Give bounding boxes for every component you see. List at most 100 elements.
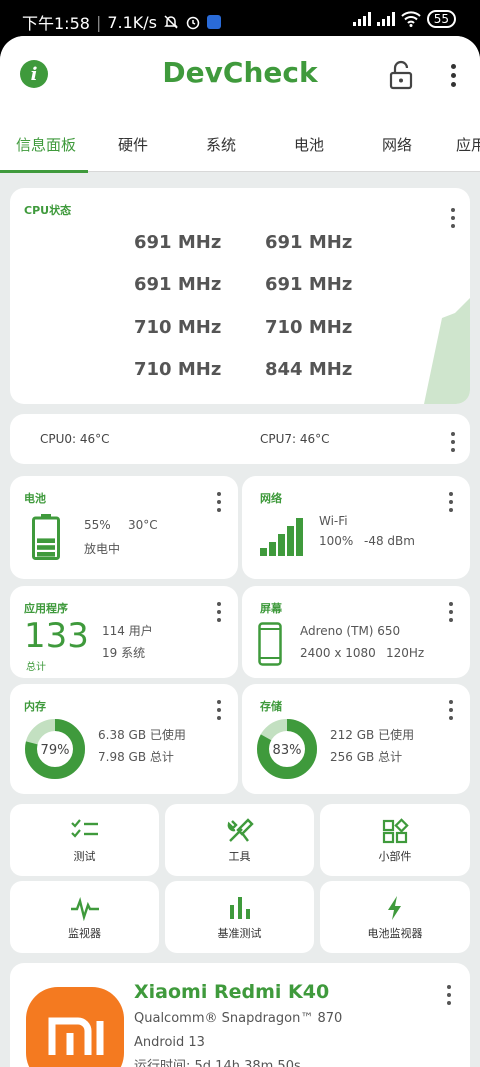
bolt-icon	[388, 896, 401, 920]
network-card[interactable]: 网络 Wi-Fi 100% -48 dBm	[242, 476, 470, 579]
battery-card[interactable]: 电池 55% 30°C 放电中	[10, 476, 238, 579]
card-title: 屏幕	[260, 602, 282, 615]
tile-widgets[interactable]: 小部件	[320, 804, 470, 876]
wifi-icon	[401, 11, 421, 27]
gpu-name: Adreno (TM) 650	[300, 624, 401, 638]
tile-monitor[interactable]: 监视器	[10, 881, 159, 953]
battery-bar	[37, 545, 55, 550]
tools-icon	[227, 818, 254, 842]
pulse-icon	[70, 896, 99, 921]
card-title: 网络	[260, 492, 282, 505]
status-bar: 下午1:58 | 7.1K/s 55	[0, 0, 480, 40]
device-card[interactable]: MI Xiaomi Redmi K40 Qualcomm® Snapdragon…	[10, 963, 470, 1067]
memory-donut: 79%	[25, 719, 85, 779]
cpu-core-freq: 710 MHz	[134, 317, 222, 338]
status-speed: 7.1K/s	[107, 12, 157, 32]
battery-level: 55%	[84, 518, 111, 532]
unlock-icon[interactable]	[388, 60, 414, 90]
battery-bar	[37, 552, 55, 557]
user-apps: 114 用户	[102, 624, 153, 638]
memory-used: 6.38 GB 已使用	[98, 728, 186, 742]
phone-icon	[258, 622, 282, 666]
card-title: 存储	[260, 700, 282, 713]
app-notification-icon	[207, 15, 221, 29]
signal-dbm: -48 dBm	[364, 534, 415, 548]
card-title: 内存	[24, 700, 46, 713]
card-title: 应用程序	[24, 602, 68, 615]
tab-system[interactable]: 系统	[206, 134, 236, 155]
memory-total: 7.98 GB 总计	[98, 750, 174, 764]
device-name: Xiaomi Redmi K40	[134, 981, 330, 1003]
tile-tools[interactable]: 工具	[165, 804, 314, 876]
network-type: Wi-Fi	[319, 514, 348, 528]
cell-signal-2-icon	[376, 12, 395, 26]
storage-card[interactable]: 存储 83% 212 GB 已使用 256 GB 总计	[242, 684, 470, 794]
storage-total: 256 GB 总计	[330, 750, 403, 764]
screen-resolution: 2400 x 1080	[300, 646, 376, 660]
storage-used: 212 GB 已使用	[330, 728, 415, 742]
widgets-icon	[382, 818, 409, 844]
cpu-load-graph	[424, 298, 470, 404]
tile-battery-monitor[interactable]: 电池监视器	[320, 881, 470, 953]
card-menu-icon[interactable]	[448, 492, 454, 512]
card-menu-icon[interactable]	[446, 985, 452, 1005]
tile-label: 测试	[73, 850, 96, 863]
memory-percent: 79%	[41, 743, 70, 758]
screen-card[interactable]: 屏幕 Adreno (TM) 650 2400 x 1080 120Hz	[242, 586, 470, 678]
cpu-core-freq: 691 MHz	[134, 274, 222, 295]
card-menu-icon[interactable]	[448, 700, 454, 720]
mute-bell-icon	[164, 15, 178, 29]
tab-hardware[interactable]: 硬件	[118, 134, 148, 155]
app-container: i DevCheck 信息面板 硬件 系统 电池 网络 应用 CPU状态 691…	[0, 36, 480, 1067]
cpu-core-freq: 691 MHz	[265, 232, 353, 253]
battery-indicator: 55	[426, 10, 456, 28]
alarm-icon	[186, 16, 200, 30]
tab-battery[interactable]: 电池	[294, 134, 324, 155]
overflow-menu-icon[interactable]	[450, 64, 456, 87]
cell-signal-icon	[352, 12, 371, 26]
card-menu-icon[interactable]	[216, 492, 222, 512]
tab-dashboard[interactable]: 信息面板	[16, 134, 76, 155]
device-os: Android 13	[134, 1035, 205, 1050]
tab-apps[interactable]: 应用	[456, 134, 480, 155]
card-menu-icon[interactable]	[450, 432, 456, 452]
app-bar: i DevCheck	[0, 36, 480, 116]
tile-benchmark[interactable]: 基准测试	[165, 881, 314, 953]
card-menu-icon[interactable]	[216, 700, 222, 720]
battery-level-icon	[32, 514, 60, 560]
apps-total-label: 总计	[26, 662, 46, 673]
storage-percent: 83%	[273, 743, 302, 758]
tile-label: 小部件	[378, 850, 412, 863]
tab-network[interactable]: 网络	[382, 134, 412, 155]
cpu-core-freq: 710 MHz	[134, 359, 222, 380]
battery-bar	[37, 538, 55, 543]
cpu-temp-card[interactable]: CPU0: 46°C CPU7: 46°C	[10, 414, 470, 464]
tab-indicator	[0, 170, 88, 173]
tile-tests[interactable]: 测试	[10, 804, 159, 876]
status-time: 下午1:58	[22, 14, 90, 33]
tile-label: 电池监视器	[367, 927, 423, 940]
system-apps: 19 系统	[102, 646, 146, 660]
battery-temp: 30°C	[128, 518, 158, 532]
refresh-rate: 120Hz	[386, 646, 425, 660]
cpu-core-freq: 691 MHz	[134, 232, 222, 253]
tile-label: 基准测试	[217, 927, 262, 940]
xiaomi-logo: MI	[26, 987, 124, 1067]
cpu-status-card[interactable]: CPU状态 691 MHz 691 MHz 691 MHz 691 MHz 71…	[10, 188, 470, 404]
card-menu-icon[interactable]	[216, 602, 222, 622]
checklist-icon	[70, 819, 98, 838]
device-uptime: 运行时间: 5d 14h 38m 50s	[134, 1059, 301, 1067]
bars-icon	[229, 897, 250, 919]
cpu-core-freq: 844 MHz	[265, 359, 353, 380]
storage-donut: 83%	[257, 719, 317, 779]
cpu-core-freq: 710 MHz	[265, 317, 353, 338]
tile-label: 工具	[228, 850, 251, 863]
card-title: 电池	[24, 492, 46, 505]
memory-card[interactable]: 内存 79% 6.38 GB 已使用 7.98 GB 总计	[10, 684, 238, 794]
device-soc: Qualcomm® Snapdragon™ 870	[134, 1011, 343, 1026]
cpu-core-freq: 691 MHz	[265, 274, 353, 295]
apps-card[interactable]: 应用程序 133 总计 114 用户 19 系统	[10, 586, 238, 678]
signal-percent: 100%	[319, 534, 354, 548]
apps-total-count: 133	[24, 616, 89, 656]
card-menu-icon[interactable]	[448, 602, 454, 622]
